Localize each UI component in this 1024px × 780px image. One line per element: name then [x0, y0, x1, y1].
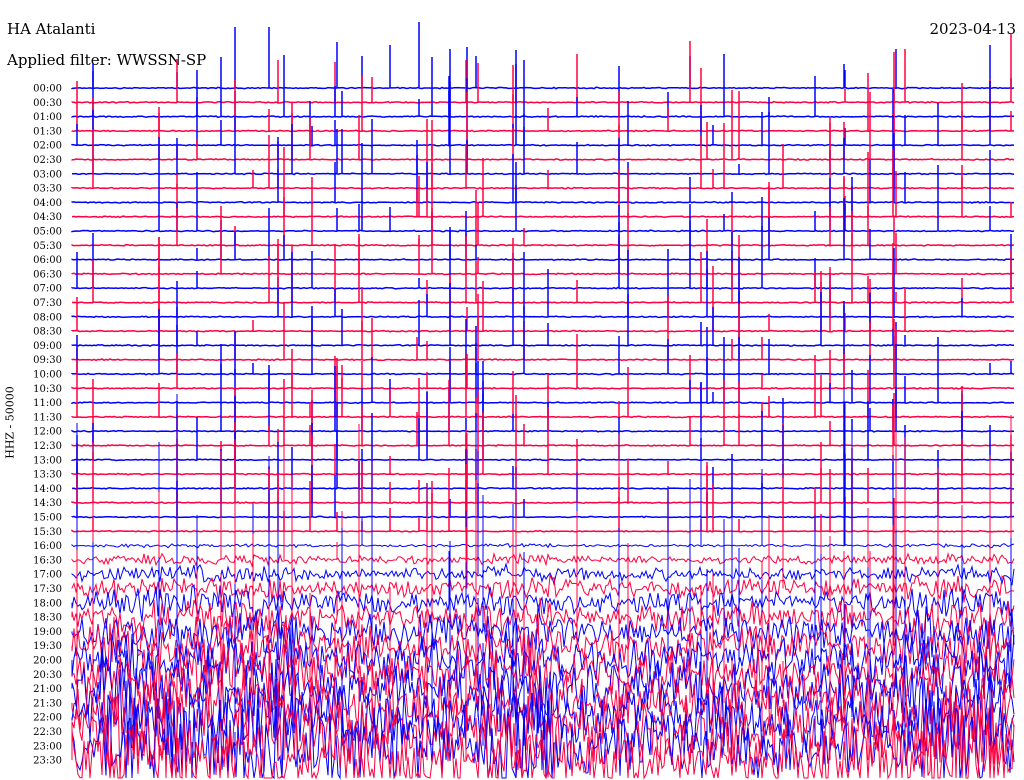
time-tick-label: 09:30	[33, 355, 62, 366]
time-tick-label: 08:30	[33, 327, 62, 338]
time-tick-label: 07:00	[33, 284, 62, 295]
time-tick-label: 15:00	[33, 513, 62, 524]
time-tick-label: 04:00	[33, 198, 62, 209]
time-tick-label: 02:00	[33, 141, 62, 152]
time-tick-label: 08:00	[33, 312, 62, 323]
time-tick-label: 15:30	[33, 527, 62, 538]
trace-0300	[72, 110, 1015, 176]
time-tick-label: 13:00	[33, 455, 62, 466]
time-tick-label: 11:00	[33, 398, 62, 409]
time-tick-label: 06:30	[33, 269, 62, 280]
trace-0400	[71, 133, 1015, 204]
time-tick-label: 23:30	[33, 756, 62, 767]
time-tick-label: 03:30	[33, 184, 62, 195]
trace-0000	[71, 22, 1015, 90]
seismogram-traces: 00:00 00:30 01:00 01:30 02:00 02:30 03:00 03:30…	[33, 22, 1015, 780]
time-tick-label: 03:00	[33, 169, 62, 180]
time-tick-label: 00:00	[33, 84, 62, 95]
time-tick-label: 12:30	[33, 441, 62, 452]
time-tick-label: 16:30	[33, 555, 62, 566]
trace-1100	[71, 337, 1015, 405]
time-tick-label: 01:30	[33, 126, 62, 137]
time-tick-label: 23:00	[33, 741, 62, 752]
time-tick-label: 18:30	[33, 613, 62, 624]
time-tick-label: 13:30	[33, 470, 62, 481]
time-tick-label: 17:30	[33, 584, 62, 595]
trace-0100	[71, 49, 1015, 119]
time-tick-label: 01:00	[33, 112, 62, 123]
time-tick-label: 14:30	[33, 498, 62, 509]
time-tick-label: 20:00	[33, 656, 62, 667]
time-tick-label: 17:00	[33, 570, 62, 581]
trace-1400	[71, 425, 1015, 490]
time-tick-label: 19:00	[33, 627, 62, 638]
time-tick-label: 19:30	[33, 641, 62, 652]
trace-0600	[71, 198, 1015, 262]
time-tick-label: 11:30	[33, 412, 62, 423]
trace-0330	[71, 119, 1015, 190]
time-tick-label: 05:30	[33, 241, 62, 252]
trace-0030	[71, 34, 1015, 104]
time-tick-label: 22:00	[33, 713, 62, 724]
time-tick-label: 05:00	[33, 227, 62, 238]
trace-1630	[71, 405, 1015, 568]
trace-1830	[71, 468, 1015, 641]
time-tick-label: 02:30	[33, 155, 62, 166]
trace-0530	[71, 176, 1015, 247]
time-tick-label: 09:00	[33, 341, 62, 352]
trace-1030	[71, 319, 1014, 390]
time-tick-label: 07:30	[33, 298, 62, 309]
time-tick-label: 00:30	[33, 98, 62, 109]
time-tick-label: 06:00	[33, 255, 62, 266]
time-tick-label: 21:00	[33, 684, 62, 695]
time-tick-label: 14:00	[33, 484, 62, 495]
trace-1700	[71, 425, 1015, 586]
trace-1800	[71, 484, 1015, 623]
time-tick-label: 20:30	[33, 670, 62, 681]
trace-0730	[71, 233, 1014, 304]
helicorder-plot: HA Atalanti Applied filter: WWSSN-SP 202…	[0, 0, 1024, 780]
time-tick-label: 21:30	[33, 698, 62, 709]
trace-1530	[71, 462, 1015, 533]
time-tick-label: 10:30	[33, 384, 62, 395]
trace-0900	[71, 283, 1014, 347]
time-tick-label: 18:00	[33, 598, 62, 609]
trace-1600	[71, 387, 1015, 549]
trace-0930	[71, 294, 1015, 362]
trace-0430	[71, 147, 1015, 219]
time-tick-label: 16:00	[33, 541, 62, 552]
trace-0230	[71, 90, 1015, 162]
trace-0130	[71, 68, 1015, 133]
time-tick-label: 04:30	[33, 212, 62, 223]
trace-0830	[71, 262, 1015, 333]
time-tick-label: 22:30	[33, 727, 62, 738]
time-tick-label: 10:00	[33, 370, 62, 381]
trace-0800	[71, 248, 1015, 319]
time-tick-label: 12:00	[33, 427, 62, 438]
